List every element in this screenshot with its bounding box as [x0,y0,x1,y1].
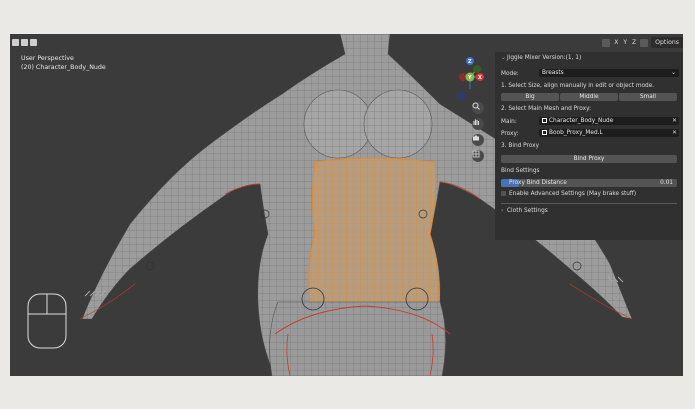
overlay-toggle-icon[interactable] [602,38,611,47]
slider-label: Proxy Bind Distance [509,180,567,186]
mouse-hint-icon [27,293,67,349]
mode-select[interactable]: Breasts ⌄ [539,69,679,77]
advanced-checkbox[interactable] [501,191,506,196]
gizmo-y-label: Y [467,75,472,81]
mode-select-value: Breasts [542,70,564,76]
options-dropdown[interactable]: Options [651,37,683,48]
gizmo-x-label: X [478,75,482,81]
divider [501,203,677,204]
grid-view-icon[interactable] [472,150,484,162]
view-mode-label: User Perspective [21,55,74,62]
zoom-icon[interactable] [472,102,484,114]
blender-window: Z X Y User Perspective (20) Character_Bo… [10,34,683,376]
pan-hand-icon[interactable] [472,118,484,130]
view-icon[interactable] [12,39,19,46]
panel-title-row[interactable]: ⌄Jiggle Mixer Version:(1, 1) [501,55,677,61]
main-mesh-field[interactable]: Character_Body_Nude ✕ [539,117,679,125]
proxy-bind-distance-slider[interactable]: Proxy Bind Distance 0.01 [501,179,677,187]
viewport-header-icons[interactable] [12,39,37,46]
select-icon[interactable] [21,39,28,46]
camera-icon[interactable] [472,134,484,146]
axis-y-toggle[interactable]: Y [622,39,628,46]
bind-settings-heading: Bind Settings [501,168,540,174]
slider-value: 0.01 [660,180,673,186]
advanced-settings-label: Enable Advanced Settings (May brake stuf… [509,191,637,197]
mesh-object-icon [542,118,547,123]
gizmo-z-label: Z [468,59,472,65]
cloth-settings-label: Cloth Settings [507,208,548,214]
proxy-mesh-value: Boob_Proxy_Med.L [549,130,603,136]
size-small-button[interactable]: Small [619,93,677,101]
axis-x-toggle[interactable]: X [613,39,619,46]
step3-instruction: 3. Bind Proxy [501,143,540,149]
step2-instruction: 2. Select Main Mesh and Proxy: [501,106,592,112]
advanced-settings-row[interactable]: Enable Advanced Settings (May brake stuf… [501,191,677,197]
bind-proxy-button[interactable]: Bind Proxy [501,155,677,163]
proxy-mesh-field[interactable]: Boob_Proxy_Med.L ✕ [539,129,679,137]
shading-mode-icon[interactable] [640,38,649,47]
step1-instruction: 1. Select Size, align manually in edit o… [501,83,655,89]
object-icon[interactable] [30,39,37,46]
size-middle-button[interactable]: Middle [560,93,618,101]
navigation-gizmo: Z X Y [458,57,484,100]
clear-proxy-icon[interactable]: ✕ [672,129,677,137]
chevron-down-icon: ⌄ [671,70,676,76]
clear-main-icon[interactable]: ✕ [672,117,677,125]
panel-title: Jiggle Mixer Version:(1, 1) [507,55,582,61]
mesh-object-icon [542,130,547,135]
axis-z-toggle[interactable]: Z [631,39,637,46]
active-object-label: (20) Character_Body_Nude [21,64,106,71]
jiggle-mixer-panel: ⌄Jiggle Mixer Version:(1, 1) Mode: Breas… [495,52,683,240]
viewport-top-right-header: X Y Z Options [602,37,683,48]
main-mesh-value: Character_Body_Nude [549,118,614,124]
size-big-button[interactable]: Big [501,93,559,101]
cloth-settings-row[interactable]: › Cloth Settings [501,208,677,214]
